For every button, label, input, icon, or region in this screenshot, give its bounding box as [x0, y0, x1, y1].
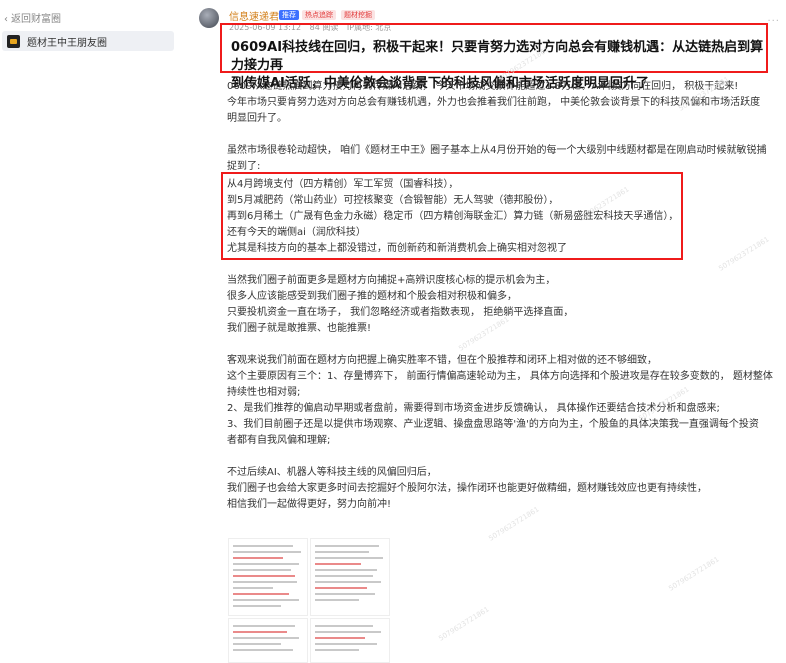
tag-recommend: 推荐 [279, 10, 299, 20]
author-avatar[interactable] [199, 8, 219, 28]
paragraph-line: 我们圈子也会给大家更多时间去挖掘好个股阿尔法，操作闭环也能更好做精细，题材赚钱效… [227, 483, 707, 494]
paragraph-line: 明显回升了。 [227, 113, 287, 124]
sidebar-item-label: 题材王中王朋友圈 [27, 37, 107, 49]
paragraph-line: 客观来说我们前面在题材方向把握上确实胜率不错，但在个股推荐和闭环上相对做的还不够… [227, 355, 657, 366]
watermark: 5079623721861 [717, 235, 771, 273]
paragraph-line: 当然我们圈子前面更多是题材方向捕捉+高辨识度核心标的提示机会为主， [227, 275, 556, 286]
sidebar-item-circle[interactable]: 题材王中王朋友圈 [2, 31, 174, 51]
attached-image[interactable] [310, 538, 390, 616]
author-name[interactable]: 信息速递君 [229, 8, 279, 23]
watermark: 5079623721861 [437, 605, 491, 643]
post-content: 信息速递君 推荐 热点追踪 题材挖掘 2025-06-09 13:12 84 阅… [195, 0, 786, 663]
paragraph-line: 我们圈子就是敢推票、也能推票! [227, 323, 372, 334]
watermark: 5079623721861 [487, 505, 541, 543]
attached-image[interactable] [228, 618, 308, 663]
paragraph-line: 很多人应该能感受到我们圈子推的题材和个股会相对积极和偏多， [227, 291, 517, 302]
paragraph-line: 这个主要原因有三个：1、存量博弈下， 前面行情偏高速轮动为主， 具体方向选择和个… [227, 371, 773, 382]
title-highlight-box [220, 23, 768, 73]
paragraph-line: 3、我们目前圈子还是以提供市场观察、产业逻辑、操盘盘思路等'渔'的方向为主，个股… [227, 419, 759, 430]
paragraph-line: 2、是我们推荐的偏启动早期或者盘前，需要得到市场资金进步反馈确认， 具体操作还要… [227, 403, 720, 414]
paragraph-line: 者都有自我风偏和理解; [227, 435, 331, 446]
tag-theme-mining: 题材挖掘 [341, 10, 375, 20]
sidebar: ‹ 返回财富圈 题材王中王朋友圈 [0, 0, 180, 661]
circle-avatar-icon [7, 34, 20, 48]
tag-hot-tracking: 热点追踪 [302, 10, 336, 20]
paragraph-line: 今年市场只要肯努力选对方向总会有赚钱机遇，外力也会推着我们往前跑， 中美伦敦会谈… [227, 97, 761, 108]
chevron-left-icon: ‹ [4, 14, 8, 25]
paragraph-line: 只要投机资金一直在场子， 我们忽略经济或者指数表现， 拒绝躺平选择直面， [227, 307, 574, 318]
attached-image[interactable] [228, 538, 308, 616]
paragraph-line: 相信我们一起做得更好，努力向前冲! [227, 499, 392, 510]
paragraph-line: 0609从达链热启到算力接力再到传媒AI活跃， 今天市场成交预计能超过1.3万亿… [227, 81, 739, 92]
back-to-wealth-circle-link[interactable]: ‹ 返回财富圈 [4, 10, 61, 25]
list-highlight-box [221, 172, 683, 260]
paragraph-line: 持续性也相对弱; [227, 387, 301, 398]
attached-images [228, 538, 390, 663]
more-options-icon[interactable]: ··· [767, 16, 780, 27]
watermark: 5079623721861 [667, 555, 721, 593]
paragraph-line: 不过后续AI、机器人等科技主线的风偏回归后， [227, 467, 437, 478]
back-label: 返回财富圈 [11, 14, 61, 25]
attached-image[interactable] [310, 618, 390, 663]
paragraph-line: 虽然市场很卷轮动超快， 咱们《题材王中王》圈子基本上从4月份开始的每一个大级别中… [227, 145, 767, 156]
